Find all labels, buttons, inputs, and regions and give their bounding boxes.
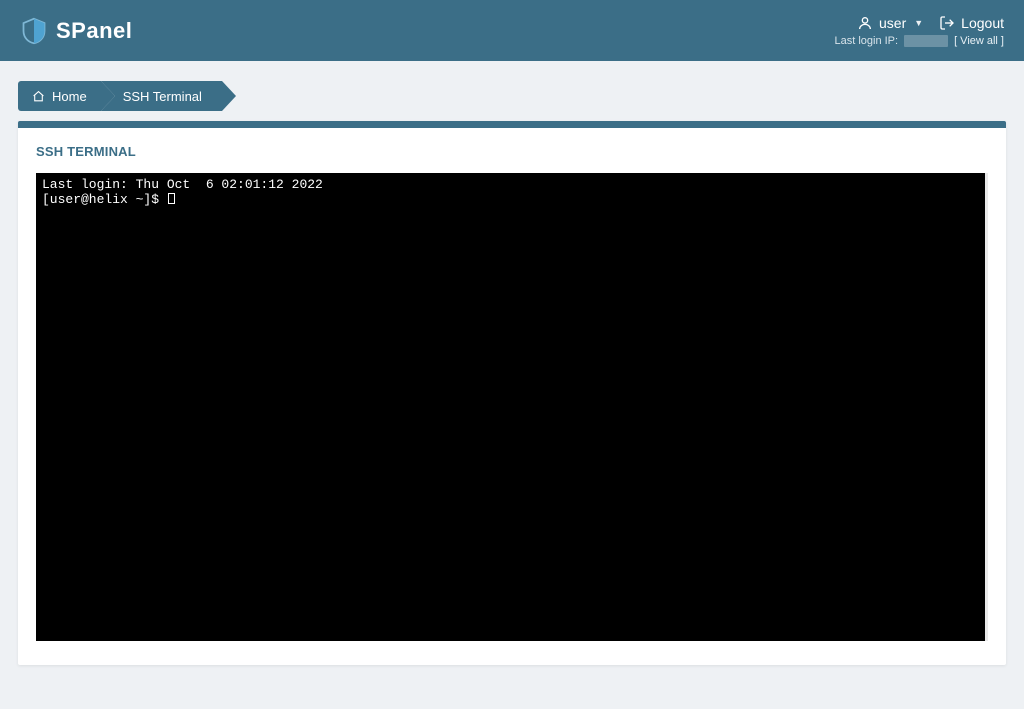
terminal-prompt-line: [user@helix ~]$	[42, 192, 979, 207]
breadcrumb-current[interactable]: SSH Terminal	[101, 81, 222, 111]
ssh-terminal-panel: SSH TERMINAL Last login: Thu Oct 6 02:01…	[18, 121, 1006, 665]
terminal-window[interactable]: Last login: Thu Oct 6 02:01:12 2022 [use…	[36, 173, 988, 641]
panel-title: SSH TERMINAL	[18, 128, 1006, 173]
view-all-link[interactable]: [ View all ]	[954, 35, 1004, 47]
header-user-row: user ▼ Logout	[857, 15, 1004, 31]
breadcrumb-current-label: SSH Terminal	[123, 89, 202, 104]
breadcrumb-home-label: Home	[52, 89, 87, 104]
home-icon	[32, 90, 45, 103]
terminal-output-line: Last login: Thu Oct 6 02:01:12 2022	[42, 178, 979, 192]
brand-name: SPanel	[56, 18, 132, 44]
username-label: user	[879, 15, 906, 31]
user-dropdown[interactable]: user ▼	[857, 15, 923, 31]
last-login-ip-redacted	[904, 35, 948, 47]
brand[interactable]: SPanel	[20, 17, 132, 45]
logout-label: Logout	[961, 15, 1004, 31]
caret-down-icon: ▼	[914, 18, 923, 28]
breadcrumb-home[interactable]: Home	[18, 81, 101, 111]
terminal-cursor-icon	[168, 193, 175, 204]
breadcrumb-wrap: Home SSH Terminal	[0, 61, 1024, 121]
logout-icon	[939, 15, 955, 31]
last-login-label: Last login IP:	[834, 35, 898, 47]
header-right: user ▼ Logout Last login IP: [ View all …	[834, 15, 1004, 47]
breadcrumb: Home SSH Terminal	[18, 81, 1006, 111]
header-bar: SPanel user ▼ Logout	[0, 0, 1024, 61]
panel-wrap: SSH TERMINAL Last login: Thu Oct 6 02:01…	[0, 121, 1024, 665]
last-login-row: Last login IP: [ View all ]	[834, 35, 1004, 47]
terminal-prompt: [user@helix ~]$	[42, 192, 167, 207]
user-icon	[857, 15, 873, 31]
logout-button[interactable]: Logout	[939, 15, 1004, 31]
spanel-logo-icon	[20, 17, 48, 45]
